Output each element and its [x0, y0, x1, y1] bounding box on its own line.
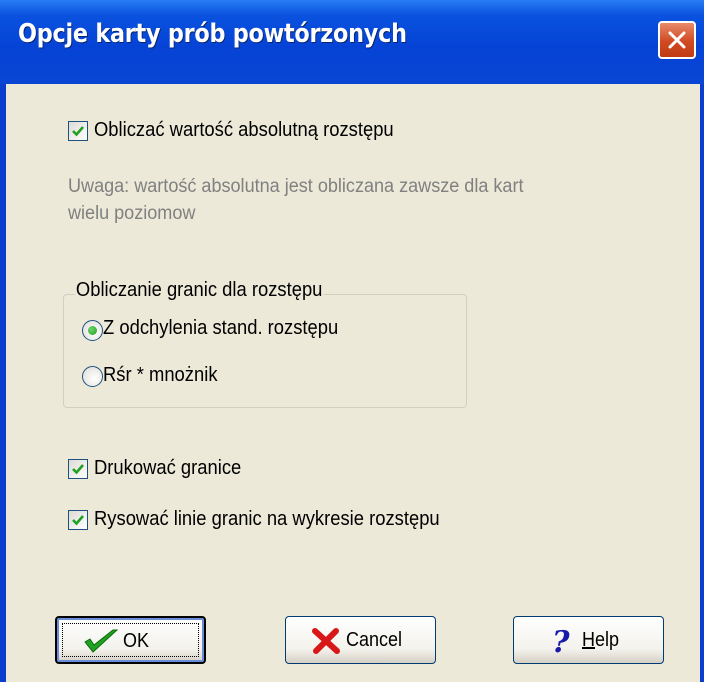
- absolute-value-label[interactable]: Obliczać wartość absolutną rozstępu: [94, 119, 394, 142]
- absolute-value-checkbox[interactable]: [68, 121, 88, 141]
- radio-multiplier-label[interactable]: Rśr * mnożnik: [103, 364, 218, 387]
- ok-button[interactable]: OK: [55, 616, 206, 664]
- ok-button-label: OK: [123, 630, 150, 652]
- help-button[interactable]: ? Help: [513, 616, 664, 664]
- radio-std-dev[interactable]: [82, 320, 103, 341]
- print-limits-checkbox[interactable]: [68, 459, 88, 479]
- limits-group-title: Obliczanie granic dla rozstępu: [75, 279, 324, 302]
- print-limits-label[interactable]: Drukować granice: [94, 457, 241, 480]
- absolute-value-note: Uwaga: wartość absolutna jest obliczana …: [68, 176, 524, 224]
- cancel-button-label: Cancel: [346, 629, 403, 651]
- checkmark-icon: [72, 515, 84, 526]
- window-title: Opcje karty prób powtórzonych: [18, 19, 407, 49]
- svg-text:?: ?: [552, 626, 570, 656]
- dialog-content: Obliczać wartość absolutną rozstępu Uwag…: [6, 84, 700, 682]
- cancel-x-icon: [312, 628, 340, 654]
- draw-limits-label[interactable]: Rysować linie granic na wykresie rozstęp…: [94, 508, 440, 531]
- help-question-icon: ?: [552, 626, 570, 656]
- radio-multiplier[interactable]: [82, 366, 103, 387]
- radio-std-dev-label[interactable]: Z odchylenia stand. rozstępu: [103, 317, 338, 340]
- checkmark-icon: [72, 126, 84, 137]
- close-icon: [668, 31, 686, 49]
- draw-limits-checkbox[interactable]: [68, 510, 88, 530]
- checkmark-icon: [72, 464, 84, 475]
- limits-groupbox: [63, 294, 467, 408]
- title-bar[interactable]: Opcje karty prób powtórzonych: [0, 0, 704, 84]
- cancel-button[interactable]: Cancel: [285, 616, 436, 664]
- dialog-window: Opcje karty prób powtórzonych Obliczać w…: [0, 0, 704, 682]
- radio-selected-dot: [88, 326, 97, 335]
- help-button-label: Help: [582, 629, 620, 651]
- close-button[interactable]: [658, 21, 696, 59]
- ok-check-icon: [84, 629, 119, 653]
